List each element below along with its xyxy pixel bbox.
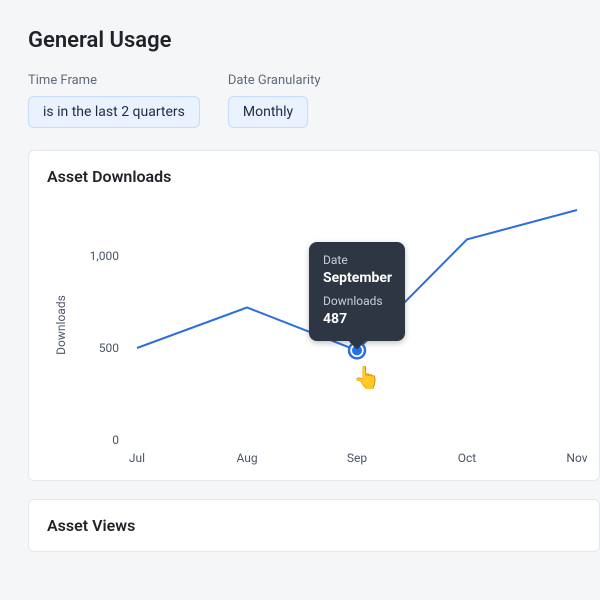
chart-xtick: Nov bbox=[566, 451, 587, 465]
filter-granularity: Date Granularity Monthly bbox=[228, 73, 321, 128]
tooltip-metric-label: Downloads bbox=[323, 293, 391, 309]
tooltip-date-label: Date bbox=[323, 252, 391, 268]
tooltip-date-value: September bbox=[323, 269, 391, 288]
filter-timeframe: Time Frame is in the last 2 quarters bbox=[28, 73, 200, 128]
chart-xtick: Aug bbox=[236, 451, 257, 465]
filter-timeframe-pill[interactable]: is in the last 2 quarters bbox=[28, 96, 200, 128]
chart-xtick: Sep bbox=[347, 451, 367, 465]
chart-ytick: 500 bbox=[99, 341, 119, 355]
filter-timeframe-label: Time Frame bbox=[28, 73, 200, 88]
card-asset-views-title: Asset Views bbox=[29, 516, 599, 541]
card-asset-downloads: Asset Downloads Downloads 0 500 1,000 Jul Aug… bbox=[28, 150, 600, 481]
chart-xtick: Jul bbox=[129, 451, 145, 465]
filter-granularity-pill[interactable]: Monthly bbox=[228, 96, 308, 128]
chart-ytick: 0 bbox=[112, 433, 119, 447]
chart-tooltip: Date September Downloads 487 bbox=[309, 242, 405, 340]
page-title: General Usage bbox=[28, 28, 600, 53]
card-asset-views: Asset Views bbox=[28, 499, 600, 552]
chart-ytick: 1,000 bbox=[90, 249, 120, 263]
tooltip-metric-value: 487 bbox=[323, 310, 391, 329]
chart-xtick: Oct bbox=[458, 451, 477, 465]
filter-granularity-label: Date Granularity bbox=[228, 73, 321, 88]
chart-ylabel: Downloads bbox=[54, 295, 68, 355]
filters: Time Frame is in the last 2 quarters Dat… bbox=[28, 73, 600, 128]
card-asset-downloads-title: Asset Downloads bbox=[29, 167, 599, 192]
chart-area[interactable]: Downloads 0 500 1,000 Jul Aug Sep Oct Nov Date S… bbox=[29, 192, 599, 470]
